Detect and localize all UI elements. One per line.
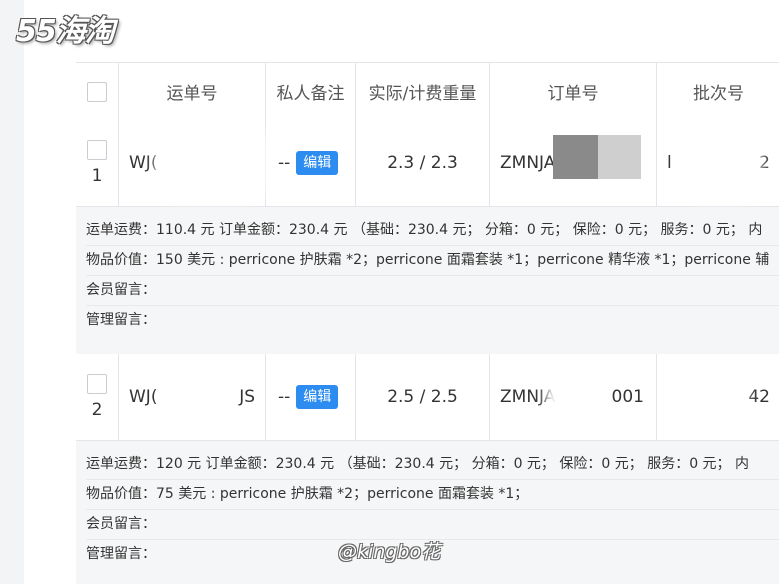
edit-note-button[interactable]: 编辑 — [296, 151, 339, 175]
redaction-blur — [676, 368, 746, 426]
header-order-no: 订单号 — [490, 63, 657, 120]
header-select-cell — [76, 63, 119, 120]
order-number: ZMNJA — [500, 153, 556, 173]
row-select-cell: 1 — [76, 120, 119, 206]
redaction-block-dark — [553, 135, 598, 179]
site-watermark-logo: 55海淘 — [16, 14, 115, 49]
redaction-blur — [166, 368, 226, 426]
row-index: 1 — [91, 166, 103, 186]
note-text: -- — [278, 387, 291, 407]
weight-cell: 2.3 / 2.3 — [356, 120, 490, 206]
member-message: 会员留言： — [86, 275, 779, 306]
note-cell: -- 编辑 — [266, 120, 356, 206]
select-all-checkbox[interactable] — [87, 81, 107, 102]
page-margin — [0, 0, 24, 584]
header-waybill: 运单号 — [119, 63, 266, 120]
redaction-blur — [156, 128, 266, 202]
note-text: -- — [278, 153, 291, 173]
fee-summary: 运单运费：120 元 订单金额：230.4 元 （基础：230.4 元； 分箱：… — [86, 449, 779, 480]
redaction-block-light — [598, 135, 641, 179]
row-checkbox[interactable] — [87, 140, 107, 160]
goods-value: 物品价值：150 美元 : perricone 护肤霜 *2；perricone… — [86, 245, 779, 276]
header-note: 私人备注 — [266, 63, 356, 120]
note-cell: -- 编辑 — [266, 354, 356, 440]
row-select-cell: 2 — [76, 354, 119, 440]
header-weight: 实际/计费重量 — [356, 63, 490, 120]
order-suffix: 001 — [611, 387, 644, 407]
weight-cell: 2.5 / 2.5 — [356, 354, 490, 440]
table-row: 2 WJ( JS -- 编辑 2.5 / 2.5 ZMNJA 001 42 — [76, 354, 779, 441]
goods-value: 物品价值：75 美元 : perricone 护肤霜 *2；perricone … — [86, 479, 779, 510]
row-index: 2 — [91, 400, 103, 420]
batch-prefix: l — [667, 153, 672, 173]
waybill-number: WJ( — [129, 153, 158, 173]
header-batch-no: 批次号 — [693, 84, 744, 104]
batch-suffix: 42 — [748, 387, 770, 407]
table-header: 运单号 私人备注 实际/计费重量 订单号 批次号 — [76, 62, 779, 121]
signature-watermark: @kingbo花 — [338, 541, 441, 563]
fee-summary: 运单运费：110.4 元 订单金额：230.4 元 （基础：230.4 元； 分… — [86, 215, 779, 246]
admin-message: 管理留言： — [86, 312, 156, 328]
redaction-blur — [546, 368, 601, 426]
row-detail-panel: 运单运费：110.4 元 订单金额：230.4 元 （基础：230.4 元； 分… — [76, 207, 779, 337]
row-spacer — [76, 337, 779, 354]
redaction-blur — [681, 128, 761, 202]
waybill-suffix: JS — [239, 387, 255, 407]
waybill-number: WJ( — [129, 387, 158, 407]
table-row: 1 WJ( -- 编辑 2.3 / 2.3 ZMNJA l 2 — [76, 120, 779, 207]
row-checkbox[interactable] — [87, 374, 107, 394]
member-message: 会员留言： — [86, 509, 779, 540]
edit-note-button[interactable]: 编辑 — [296, 385, 339, 409]
